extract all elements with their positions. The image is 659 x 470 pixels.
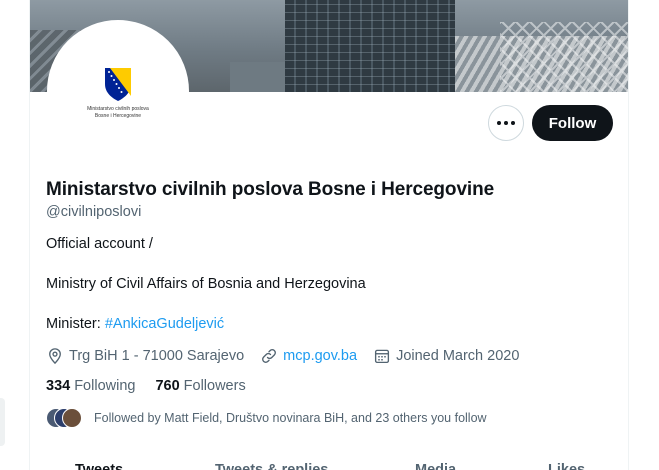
profile-name: Ministarstvo civilnih poslova Bosne i He… [46,179,495,200]
calendar-icon [375,349,390,364]
banner-structure [500,22,628,92]
joined-text: Joined March 2020 [396,348,520,364]
profile-tabs: Tweets Tweets & replies Media Likes [30,458,628,470]
more-options-button[interactable] [488,105,524,141]
bio-line: Official account / [46,236,153,252]
location-text: Trg BiH 1 - 71000 Sarajevo [69,348,245,364]
following-count: 334 [46,378,71,394]
side-panel-edge [0,398,5,446]
following-label: Following [74,378,136,394]
link-icon [262,349,277,363]
follower-avatars [46,408,82,428]
more-horizontal-icon [497,121,515,125]
avatar [62,408,82,428]
tab-media[interactable]: Media [415,462,456,470]
profile-avatar[interactable]: Ministarstvo civilnih poslova Bosne i He… [47,20,189,162]
profile-handle: @civilniposlovi [46,204,142,220]
following-count-link[interactable]: 334 Following [46,378,135,394]
followers-count: 760 [155,378,180,394]
hashtag-link[interactable]: #AnkicaGudeljević [105,316,224,332]
bio-line: Ministry of Civil Affairs of Bosnia and … [46,276,366,292]
banner-tower [285,0,455,92]
followers-count-link[interactable]: 760 Followers [155,378,245,394]
avatar-caption: Ministarstvo civilnih poslova Bosne i He… [87,106,149,119]
profile-card: Ministarstvo civilnih poslova Bosne i He… [29,0,629,470]
location-pin-icon [49,348,61,365]
tab-tweets-and-replies[interactable]: Tweets & replies [215,462,328,470]
bio-minister-line: Minister: #AnkicaGudeljević [46,316,224,332]
coat-of-arms-icon [105,68,131,101]
location-item: Trg BiH 1 - 71000 Sarajevo [46,347,244,365]
website-item: mcp.gov.ba [260,347,357,365]
banner-building [230,62,285,92]
followed-by-text: Followed by Matt Field, Društvo novinara… [94,411,487,425]
follow-button[interactable]: Follow [532,105,613,141]
website-link[interactable]: mcp.gov.ba [283,348,357,364]
followers-label: Followers [183,378,246,394]
tab-tweets[interactable]: Tweets [75,462,123,470]
follow-counts: 334 Following 760 Followers [46,378,266,394]
tab-likes[interactable]: Likes [548,462,585,470]
joined-item: Joined March 2020 [373,347,519,365]
profile-meta: Trg BiH 1 - 71000 Sarajevo mcp.gov.ba Jo… [46,347,535,365]
bio-label: Minister: [46,316,105,332]
followed-by-row[interactable]: Followed by Matt Field, Društvo novinara… [46,408,487,428]
